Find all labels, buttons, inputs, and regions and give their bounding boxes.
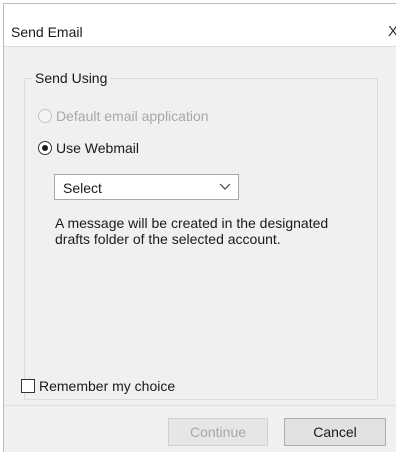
close-icon[interactable]: X bbox=[388, 23, 396, 40]
select-value: Select bbox=[63, 180, 102, 196]
cancel-button[interactable]: Cancel bbox=[284, 418, 386, 446]
send-using-group: Send Using Default email application Use… bbox=[24, 70, 378, 400]
send-email-dialog: Send Email X Send Using Default email ap… bbox=[3, 3, 396, 452]
webmail-account-select[interactable]: Select bbox=[54, 174, 239, 200]
radio-button-default bbox=[38, 109, 52, 123]
dialog-title: Send Email bbox=[11, 24, 83, 40]
remember-choice-checkbox[interactable]: Remember my choice bbox=[21, 378, 175, 394]
continue-button[interactable]: Continue bbox=[168, 418, 268, 446]
chevron-down-icon bbox=[219, 183, 231, 190]
dialog-footer: Continue Cancel bbox=[4, 405, 396, 452]
radio-default-email-application: Default email application bbox=[38, 108, 209, 124]
title-bar: Send Email X bbox=[4, 4, 396, 46]
checkbox-label: Remember my choice bbox=[39, 378, 176, 394]
group-legend: Send Using bbox=[32, 70, 111, 86]
checkbox-box[interactable] bbox=[21, 379, 35, 393]
screenshot-root: Send Email X Send Using Default email ap… bbox=[0, 0, 396, 452]
radio-use-webmail[interactable]: Use Webmail bbox=[38, 140, 139, 156]
radio-label-webmail: Use Webmail bbox=[56, 140, 139, 156]
info-text: A message will be created in the designa… bbox=[55, 215, 329, 247]
dialog-body: Send Using Default email application Use… bbox=[4, 46, 396, 405]
radio-button-webmail[interactable] bbox=[38, 141, 52, 155]
radio-label-default: Default email application bbox=[56, 108, 209, 124]
